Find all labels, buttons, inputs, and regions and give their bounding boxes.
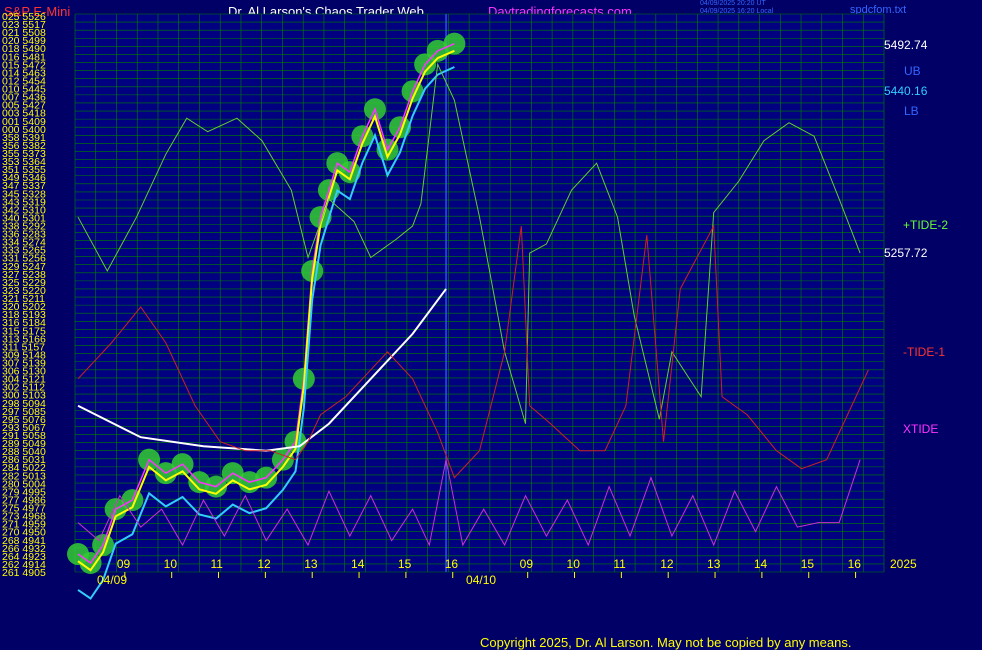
copyright-notice: Copyright 2025, Dr. Al Larson. May not b… bbox=[480, 635, 852, 650]
x-tick-label: 15 bbox=[398, 557, 412, 571]
x-tick-label: 16 bbox=[848, 557, 862, 571]
x-tick-label: 14 bbox=[754, 557, 768, 571]
tide1-label: -TIDE-1 bbox=[903, 345, 945, 359]
y-axis-label: 261 4905 bbox=[2, 567, 46, 579]
price-label-high: 5492.74 bbox=[884, 38, 928, 52]
price-label-mid: 5440.16 bbox=[884, 84, 928, 98]
x-tick-label: 11 bbox=[211, 557, 224, 571]
x-tick-label: 15 bbox=[801, 557, 815, 571]
x-tick-label: 10 bbox=[567, 557, 581, 571]
xtide-label: XTIDE bbox=[903, 422, 939, 436]
x-tick-label: 13 bbox=[304, 557, 318, 571]
x-tick-label: 12 bbox=[660, 557, 674, 571]
x-tick-label: 09 bbox=[117, 557, 131, 571]
x-tick-label: 16 bbox=[445, 557, 459, 571]
year-label: 2025 bbox=[890, 557, 917, 571]
tide2-label: +TIDE-2 bbox=[903, 218, 949, 232]
x-tick-label: 10 bbox=[164, 557, 178, 571]
price-label-low: 5257.72 bbox=[884, 246, 928, 260]
x-date-label: 04/10 bbox=[466, 573, 496, 587]
x-tick-label: 14 bbox=[351, 557, 365, 571]
y-axis: 025 5526023 5517021 5508020 5499018 5490… bbox=[2, 11, 46, 579]
x-tick-label: 09 bbox=[520, 557, 534, 571]
x-tick-label: 13 bbox=[707, 557, 721, 571]
x-tick-label: 11 bbox=[613, 557, 626, 571]
x-tick-label: 12 bbox=[257, 557, 271, 571]
chaos-chart: 025 5526023 5517021 5508020 5499018 5490… bbox=[2, 11, 917, 600]
lower-band-label: LB bbox=[904, 104, 919, 118]
upper-band-label: UB bbox=[904, 64, 921, 78]
x-date-label: 04/09 bbox=[97, 573, 127, 587]
